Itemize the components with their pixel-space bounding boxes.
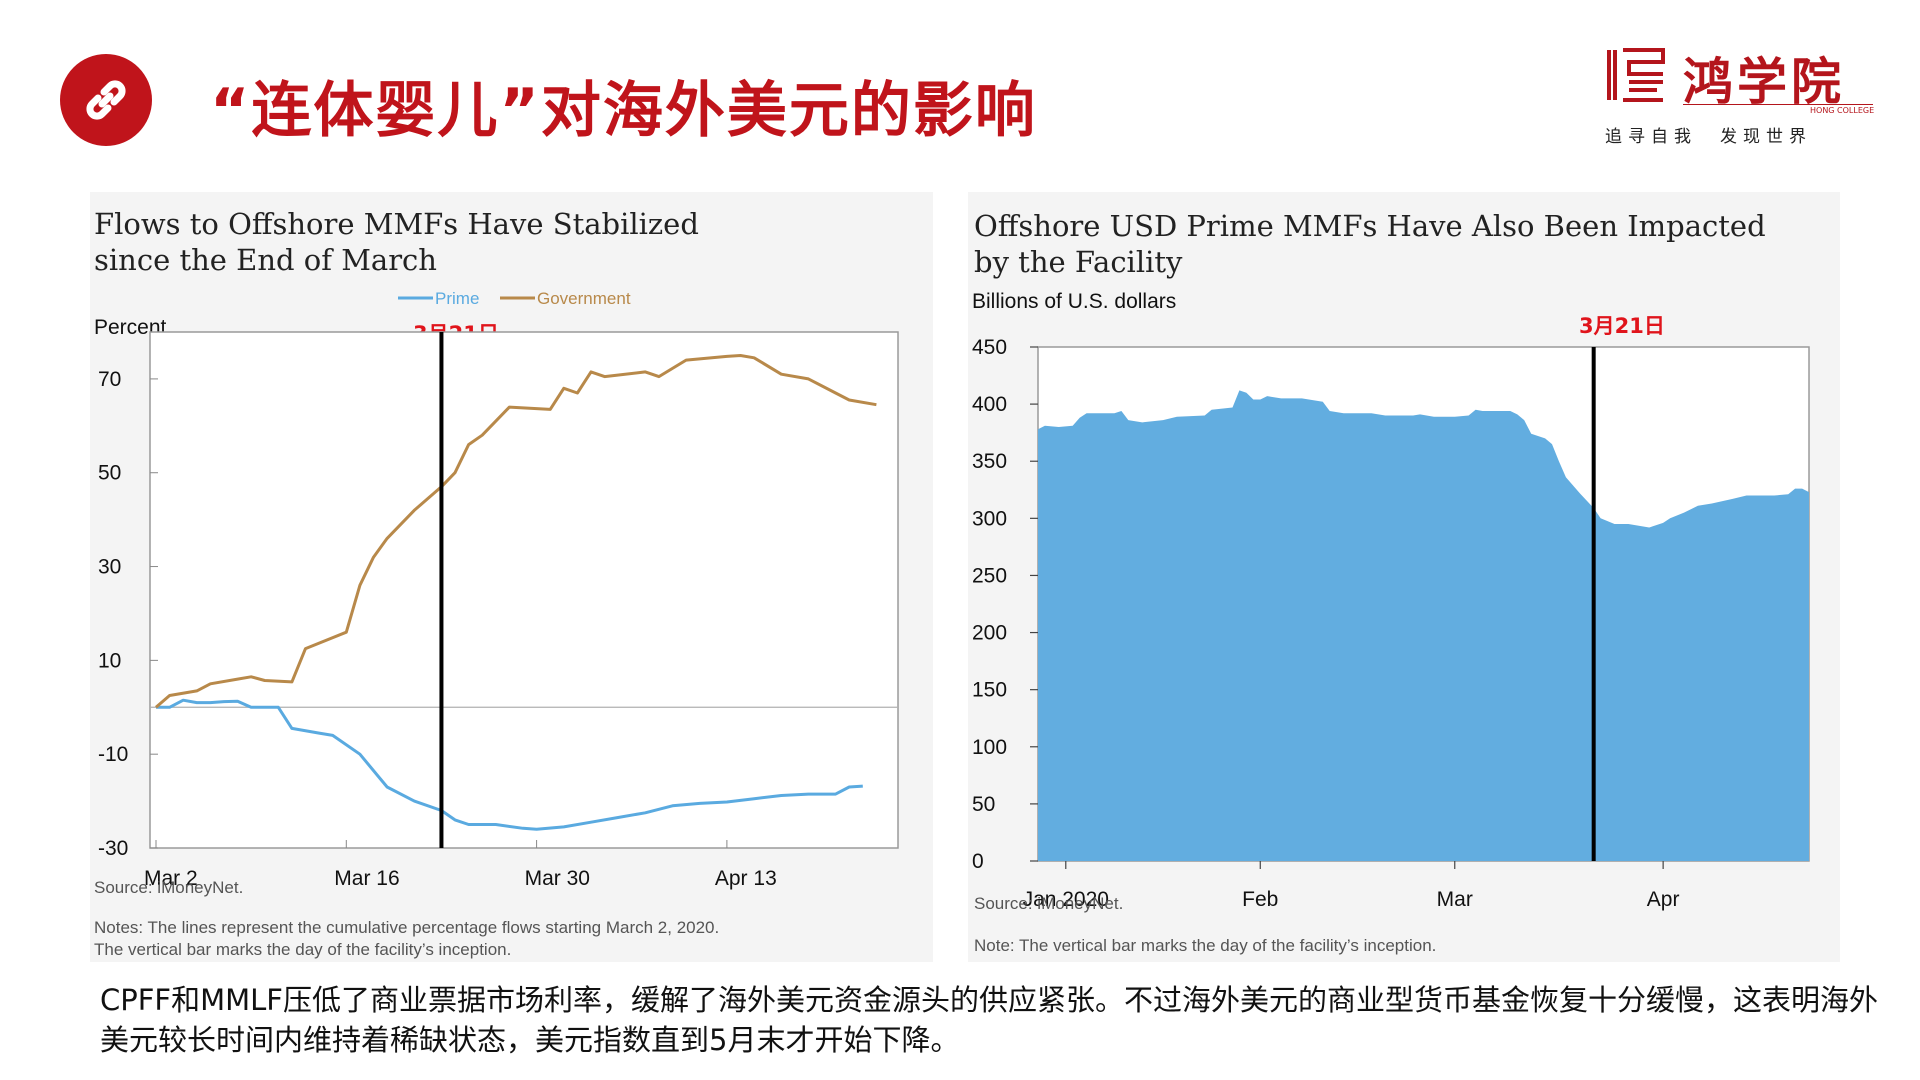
x-tick-label-feb: Feb: [1242, 888, 1278, 911]
y-tick-label-50: 50: [972, 793, 995, 816]
x-tick-label-mar: Mar: [1437, 888, 1473, 911]
y-tick-label-150: 150: [972, 679, 1007, 702]
left-chart-panel: Flows to Offshore MMFs Have Stabilized s…: [90, 192, 933, 962]
x-tick-label-apr: Apr: [1647, 888, 1680, 911]
left-chart-notes-line1: Notes: The lines represent the cumulativ…: [94, 918, 720, 937]
logo: 鸿学院 HONG COLLEGE 追寻自我 发现世界: [1605, 40, 1885, 150]
y-tick-label--10: -10: [98, 743, 128, 766]
left-chart-title-line1: Flows to Offshore MMFs Have Stabilized: [94, 207, 699, 241]
logo-divider: [1683, 104, 1873, 105]
right-chart-source: Source: iMoneyNet.: [974, 894, 1124, 913]
y-tick-label-200: 200: [972, 622, 1007, 645]
right-chart-svg: 450400350300250200150100500Jan 2020 Feb Ma…: [972, 336, 1810, 911]
logo-slogan: 追寻自我 发现世界: [1605, 127, 1812, 147]
logo-english: HONG COLLEGE: [1810, 106, 1875, 115]
y-tick-label-100: 100: [972, 736, 1007, 759]
left-chart-source: Source: iMoneyNet.: [94, 878, 244, 897]
right-chart-title-line2: by the Facility: [974, 245, 1183, 279]
y-tick-label-300: 300: [972, 507, 1007, 530]
right-chart-title-line1: Offshore USD Prime MMFs Have Also Been I…: [974, 209, 1766, 243]
legend-label-government: Government: [537, 289, 631, 308]
left-chart-notes-line2: The vertical bar marks the day of the fa…: [94, 940, 512, 959]
x-tick-label-mar-30: Mar 30: [525, 867, 590, 890]
y-tick-label-0: 0: [972, 850, 984, 873]
y-tick-label-50: 50: [98, 462, 121, 485]
y-tick-label-400: 400: [972, 393, 1007, 416]
summary-text: CPFF和MMLF压低了商业票据市场利率，缓解了海外美元资金源头的供应紧张。不过…: [100, 983, 1878, 1057]
right-chart-panel: Offshore USD Prime MMFs Have Also Been I…: [968, 192, 1840, 962]
x-tick-label-mar-16: Mar 16: [334, 867, 399, 890]
y-tick-label-10: 10: [98, 649, 121, 672]
link-icon-badge: [60, 54, 152, 146]
y-tick-label-450: 450: [972, 336, 1007, 359]
legend-label-prime: Prime: [435, 289, 479, 308]
y-tick-label-250: 250: [972, 564, 1007, 587]
y-tick-label-350: 350: [972, 450, 1007, 473]
y-tick-label-70: 70: [98, 368, 121, 391]
right-chart-note: Note: The vertical bar marks the day of …: [974, 936, 1437, 955]
left-chart-svg: Prime Government70503010-10-30Mar 2 Mar 16…: [98, 289, 899, 890]
link-icon: [86, 80, 126, 120]
x-tick-label-apr-13: Apr 13: [715, 867, 777, 890]
logo-mark-icon: [1607, 48, 1665, 102]
y-tick-label-30: 30: [98, 556, 121, 579]
y-tick-label--30: -30: [98, 837, 128, 860]
page-title: “连体婴儿”对海外美元的影响: [210, 76, 1037, 146]
